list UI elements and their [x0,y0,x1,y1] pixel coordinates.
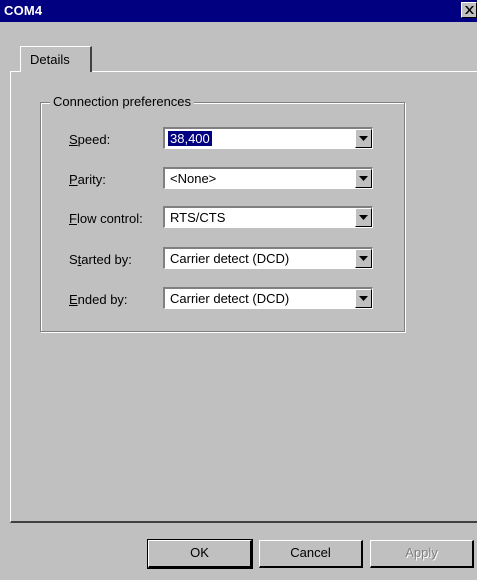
parity-dropdown-button[interactable] [355,169,372,188]
ended-by-select[interactable]: Carrier detect (DCD) [163,287,373,309]
flow-control-value: RTS/CTS [170,210,226,225]
started-by-select[interactable]: Carrier detect (DCD) [163,247,373,269]
cancel-button[interactable]: Cancel [259,540,363,568]
chevron-down-icon [359,136,368,141]
connection-preferences-label: Connection preferences [50,94,195,109]
speed-value: 38,400 [167,130,213,147]
close-button[interactable] [461,2,477,18]
speed-select[interactable]: 38,400 [163,127,373,149]
title-bar[interactable]: COM4 [0,0,477,22]
chevron-down-icon [359,256,368,261]
started-by-value: Carrier detect (DCD) [170,251,290,266]
window-title: COM4 [4,3,43,18]
chevron-down-icon [359,176,368,181]
chevron-down-icon [359,296,368,301]
parity-select[interactable]: <None> [163,167,373,189]
chevron-down-icon [359,215,368,220]
flow-control-label: Flow control: [69,211,143,226]
speed-dropdown-button[interactable] [355,129,372,148]
flow-control-dropdown-button[interactable] [355,208,372,227]
apply-button[interactable]: Apply [370,540,474,568]
started-by-label: Started by: [69,252,132,267]
ended-by-dropdown-button[interactable] [355,289,372,308]
ended-by-label: Ended by: [69,292,128,307]
flow-control-select[interactable]: RTS/CTS [163,206,373,228]
com4-dialog: COM4 Details Connection preferences Spee… [0,0,477,580]
parity-value: <None> [170,171,217,186]
speed-label: Speed: [69,132,111,147]
parity-label: Parity: [69,172,106,187]
ok-button[interactable]: OK [147,539,253,569]
started-by-dropdown-button[interactable] [355,249,372,268]
tab-details[interactable]: Details [20,46,92,72]
tab-details-label: Details [30,52,70,67]
ended-by-value: Carrier detect (DCD) [170,291,290,306]
close-icon [465,6,474,14]
